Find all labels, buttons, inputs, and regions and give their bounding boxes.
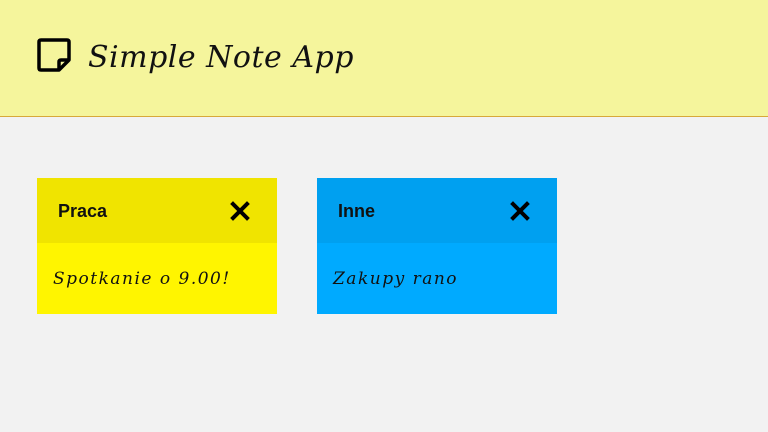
note-title: Inne [338,201,376,221]
note-card: Praca Spotkanie o 9.00! [37,178,277,314]
note-body[interactable]: Zakupy rano [317,243,557,314]
note-text: Zakupy rano [333,269,459,289]
note-header: Praca [37,178,277,243]
app-title: Simple Note App [88,40,354,75]
note-text: Spotkanie o 9.00! [53,269,231,289]
sticky-note-icon [37,38,71,72]
note-card: Inne Zakupy rano [317,178,557,314]
close-icon[interactable] [509,200,531,222]
close-icon[interactable] [229,200,251,222]
note-body[interactable]: Spotkanie o 9.00! [37,243,277,314]
app-header: Simple Note App [0,0,768,117]
note-title: Praca [58,201,108,221]
note-header: Inne [317,178,557,243]
